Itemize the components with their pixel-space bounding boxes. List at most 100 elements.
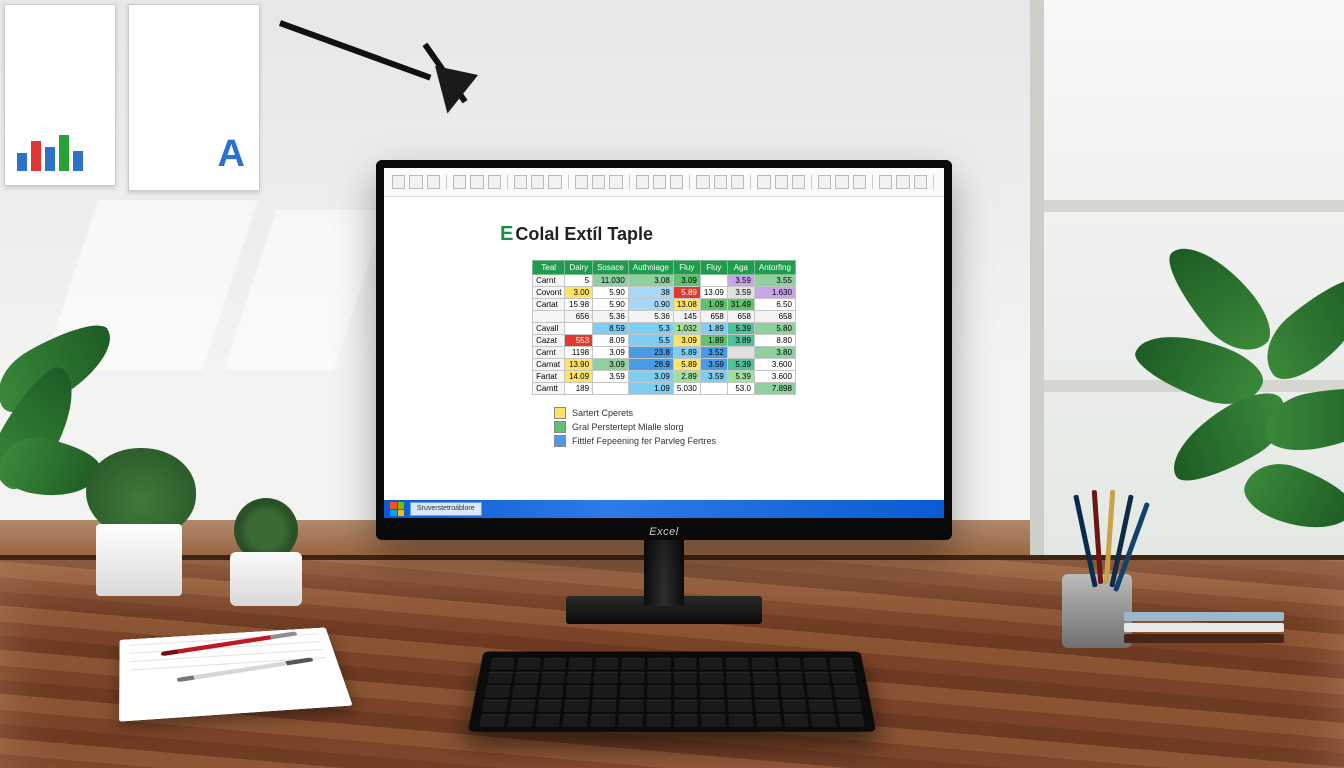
cell[interactable]: 3.09 <box>593 359 629 371</box>
toolbar-button[interactable] <box>575 175 588 189</box>
cell[interactable]: 13.09 <box>700 287 727 299</box>
cell[interactable]: 1.630 <box>754 287 795 299</box>
row-label[interactable]: Fartat <box>533 371 565 383</box>
cell[interactable]: 13.90 <box>565 359 593 371</box>
cell[interactable]: 3.08 <box>628 275 673 287</box>
os-taskbar[interactable]: Sruverstetroáblore <box>384 500 944 518</box>
cell[interactable]: 658 <box>700 311 727 323</box>
cell[interactable]: 14.09 <box>565 371 593 383</box>
cell[interactable]: 3.59 <box>700 371 727 383</box>
toolbar-button[interactable] <box>914 175 927 189</box>
cell[interactable]: 5.80 <box>754 323 795 335</box>
cell[interactable]: 1.89 <box>700 323 727 335</box>
table-row[interactable]: 6565.365.36145658658658 <box>533 311 796 323</box>
toolbar-button[interactable] <box>879 175 892 189</box>
toolbar-button[interactable] <box>488 175 501 189</box>
row-label[interactable]: Carnt <box>533 275 565 287</box>
column-header[interactable]: Fluy <box>673 261 700 275</box>
cell[interactable]: 5.39 <box>727 359 754 371</box>
cell[interactable]: 1.09 <box>700 299 727 311</box>
toolbar-button[interactable] <box>470 175 483 189</box>
cell[interactable]: 3.59 <box>593 371 629 383</box>
row-label[interactable]: Covont <box>533 287 565 299</box>
cell[interactable]: 3.52 <box>700 347 727 359</box>
cell[interactable]: 2.89 <box>673 371 700 383</box>
row-label[interactable]: Cavall <box>533 323 565 335</box>
cell[interactable]: 11.030 <box>593 275 629 287</box>
column-header[interactable]: Antorfing <box>754 261 795 275</box>
toolbar-button[interactable] <box>653 175 666 189</box>
cell[interactable]: 8.59 <box>593 323 629 335</box>
app-toolbar[interactable] <box>384 168 944 197</box>
toolbar-button[interactable] <box>609 175 622 189</box>
cell[interactable]: 3.600 <box>754 371 795 383</box>
cell[interactable] <box>727 347 754 359</box>
cell[interactable]: 658 <box>754 311 795 323</box>
cell[interactable]: 5.89 <box>673 287 700 299</box>
cell[interactable]: 5.39 <box>727 323 754 335</box>
cell[interactable]: 53.0 <box>727 383 754 395</box>
cell[interactable] <box>565 323 593 335</box>
toolbar-button[interactable] <box>696 175 709 189</box>
cell[interactable]: 5 <box>565 275 593 287</box>
cell[interactable] <box>700 383 727 395</box>
toolbar-button[interactable] <box>714 175 727 189</box>
cell[interactable]: 5.89 <box>673 347 700 359</box>
cell[interactable] <box>593 383 629 395</box>
row-label[interactable]: Cazat <box>533 335 565 347</box>
table-row[interactable]: Fartat14.093.593.092.893.595.393.600 <box>533 371 796 383</box>
cell[interactable]: 8.09 <box>593 335 629 347</box>
column-header[interactable]: Authniage <box>628 261 673 275</box>
cell[interactable]: 5.030 <box>673 383 700 395</box>
column-header[interactable]: Sosace <box>593 261 629 275</box>
toolbar-button[interactable] <box>392 175 405 189</box>
toolbar-button[interactable] <box>835 175 848 189</box>
cell[interactable]: 5.39 <box>727 371 754 383</box>
cell[interactable]: 3.59 <box>700 359 727 371</box>
cell[interactable]: 3.59 <box>727 275 754 287</box>
cell[interactable]: 8.80 <box>754 335 795 347</box>
cell[interactable]: 5.36 <box>593 311 629 323</box>
column-header[interactable]: Dairy <box>565 261 593 275</box>
cell[interactable]: 3.55 <box>754 275 795 287</box>
table-row[interactable]: Carnt511.0303.083.093.593.55 <box>533 275 796 287</box>
cell[interactable]: 5.36 <box>628 311 673 323</box>
cell[interactable]: 189 <box>565 383 593 395</box>
table-row[interactable]: Carnt11983.0923.85.893.523.80 <box>533 347 796 359</box>
table-row[interactable]: Cazat5538.095.53.091.893.898.80 <box>533 335 796 347</box>
table-row[interactable]: Carntt1891.095.03053.07.898 <box>533 383 796 395</box>
spreadsheet-table[interactable]: TealDairySosaceAuthniageFluyFluyAgaAntor… <box>532 260 796 395</box>
toolbar-button[interactable] <box>853 175 866 189</box>
cell[interactable]: 3.89 <box>727 335 754 347</box>
cell[interactable]: 5.90 <box>593 299 629 311</box>
cell[interactable]: 3.09 <box>673 335 700 347</box>
cell[interactable]: 23.8 <box>628 347 673 359</box>
cell[interactable]: 0.90 <box>628 299 673 311</box>
column-header[interactable]: Fluy <box>700 261 727 275</box>
table-row[interactable]: Covont3.005.90385.8913.093.591.630 <box>533 287 796 299</box>
cell[interactable]: 1.032 <box>673 323 700 335</box>
start-button[interactable] <box>390 502 404 516</box>
cell[interactable]: 6.50 <box>754 299 795 311</box>
row-label[interactable]: Cartat <box>533 299 565 311</box>
toolbar-button[interactable] <box>636 175 649 189</box>
taskbar-item[interactable]: Sruverstetroáblore <box>410 502 482 516</box>
cell[interactable]: 3.09 <box>628 371 673 383</box>
cell[interactable]: 13.08 <box>673 299 700 311</box>
cell[interactable]: 1.09 <box>628 383 673 395</box>
cell[interactable]: 28.9 <box>628 359 673 371</box>
toolbar-button[interactable] <box>670 175 683 189</box>
cell[interactable]: 145 <box>673 311 700 323</box>
cell[interactable]: 1198 <box>565 347 593 359</box>
toolbar-button[interactable] <box>592 175 605 189</box>
cell[interactable]: 5.89 <box>673 359 700 371</box>
cell[interactable]: 5.90 <box>593 287 629 299</box>
table-row[interactable]: Cartat15.985.900.9013.081.0931.496.50 <box>533 299 796 311</box>
cell[interactable]: 658 <box>727 311 754 323</box>
table-row[interactable]: Cavall8.595.31.0321.895.395.80 <box>533 323 796 335</box>
toolbar-button[interactable] <box>514 175 527 189</box>
toolbar-button[interactable] <box>453 175 466 189</box>
toolbar-button[interactable] <box>731 175 744 189</box>
toolbar-button[interactable] <box>775 175 788 189</box>
toolbar-button[interactable] <box>427 175 440 189</box>
